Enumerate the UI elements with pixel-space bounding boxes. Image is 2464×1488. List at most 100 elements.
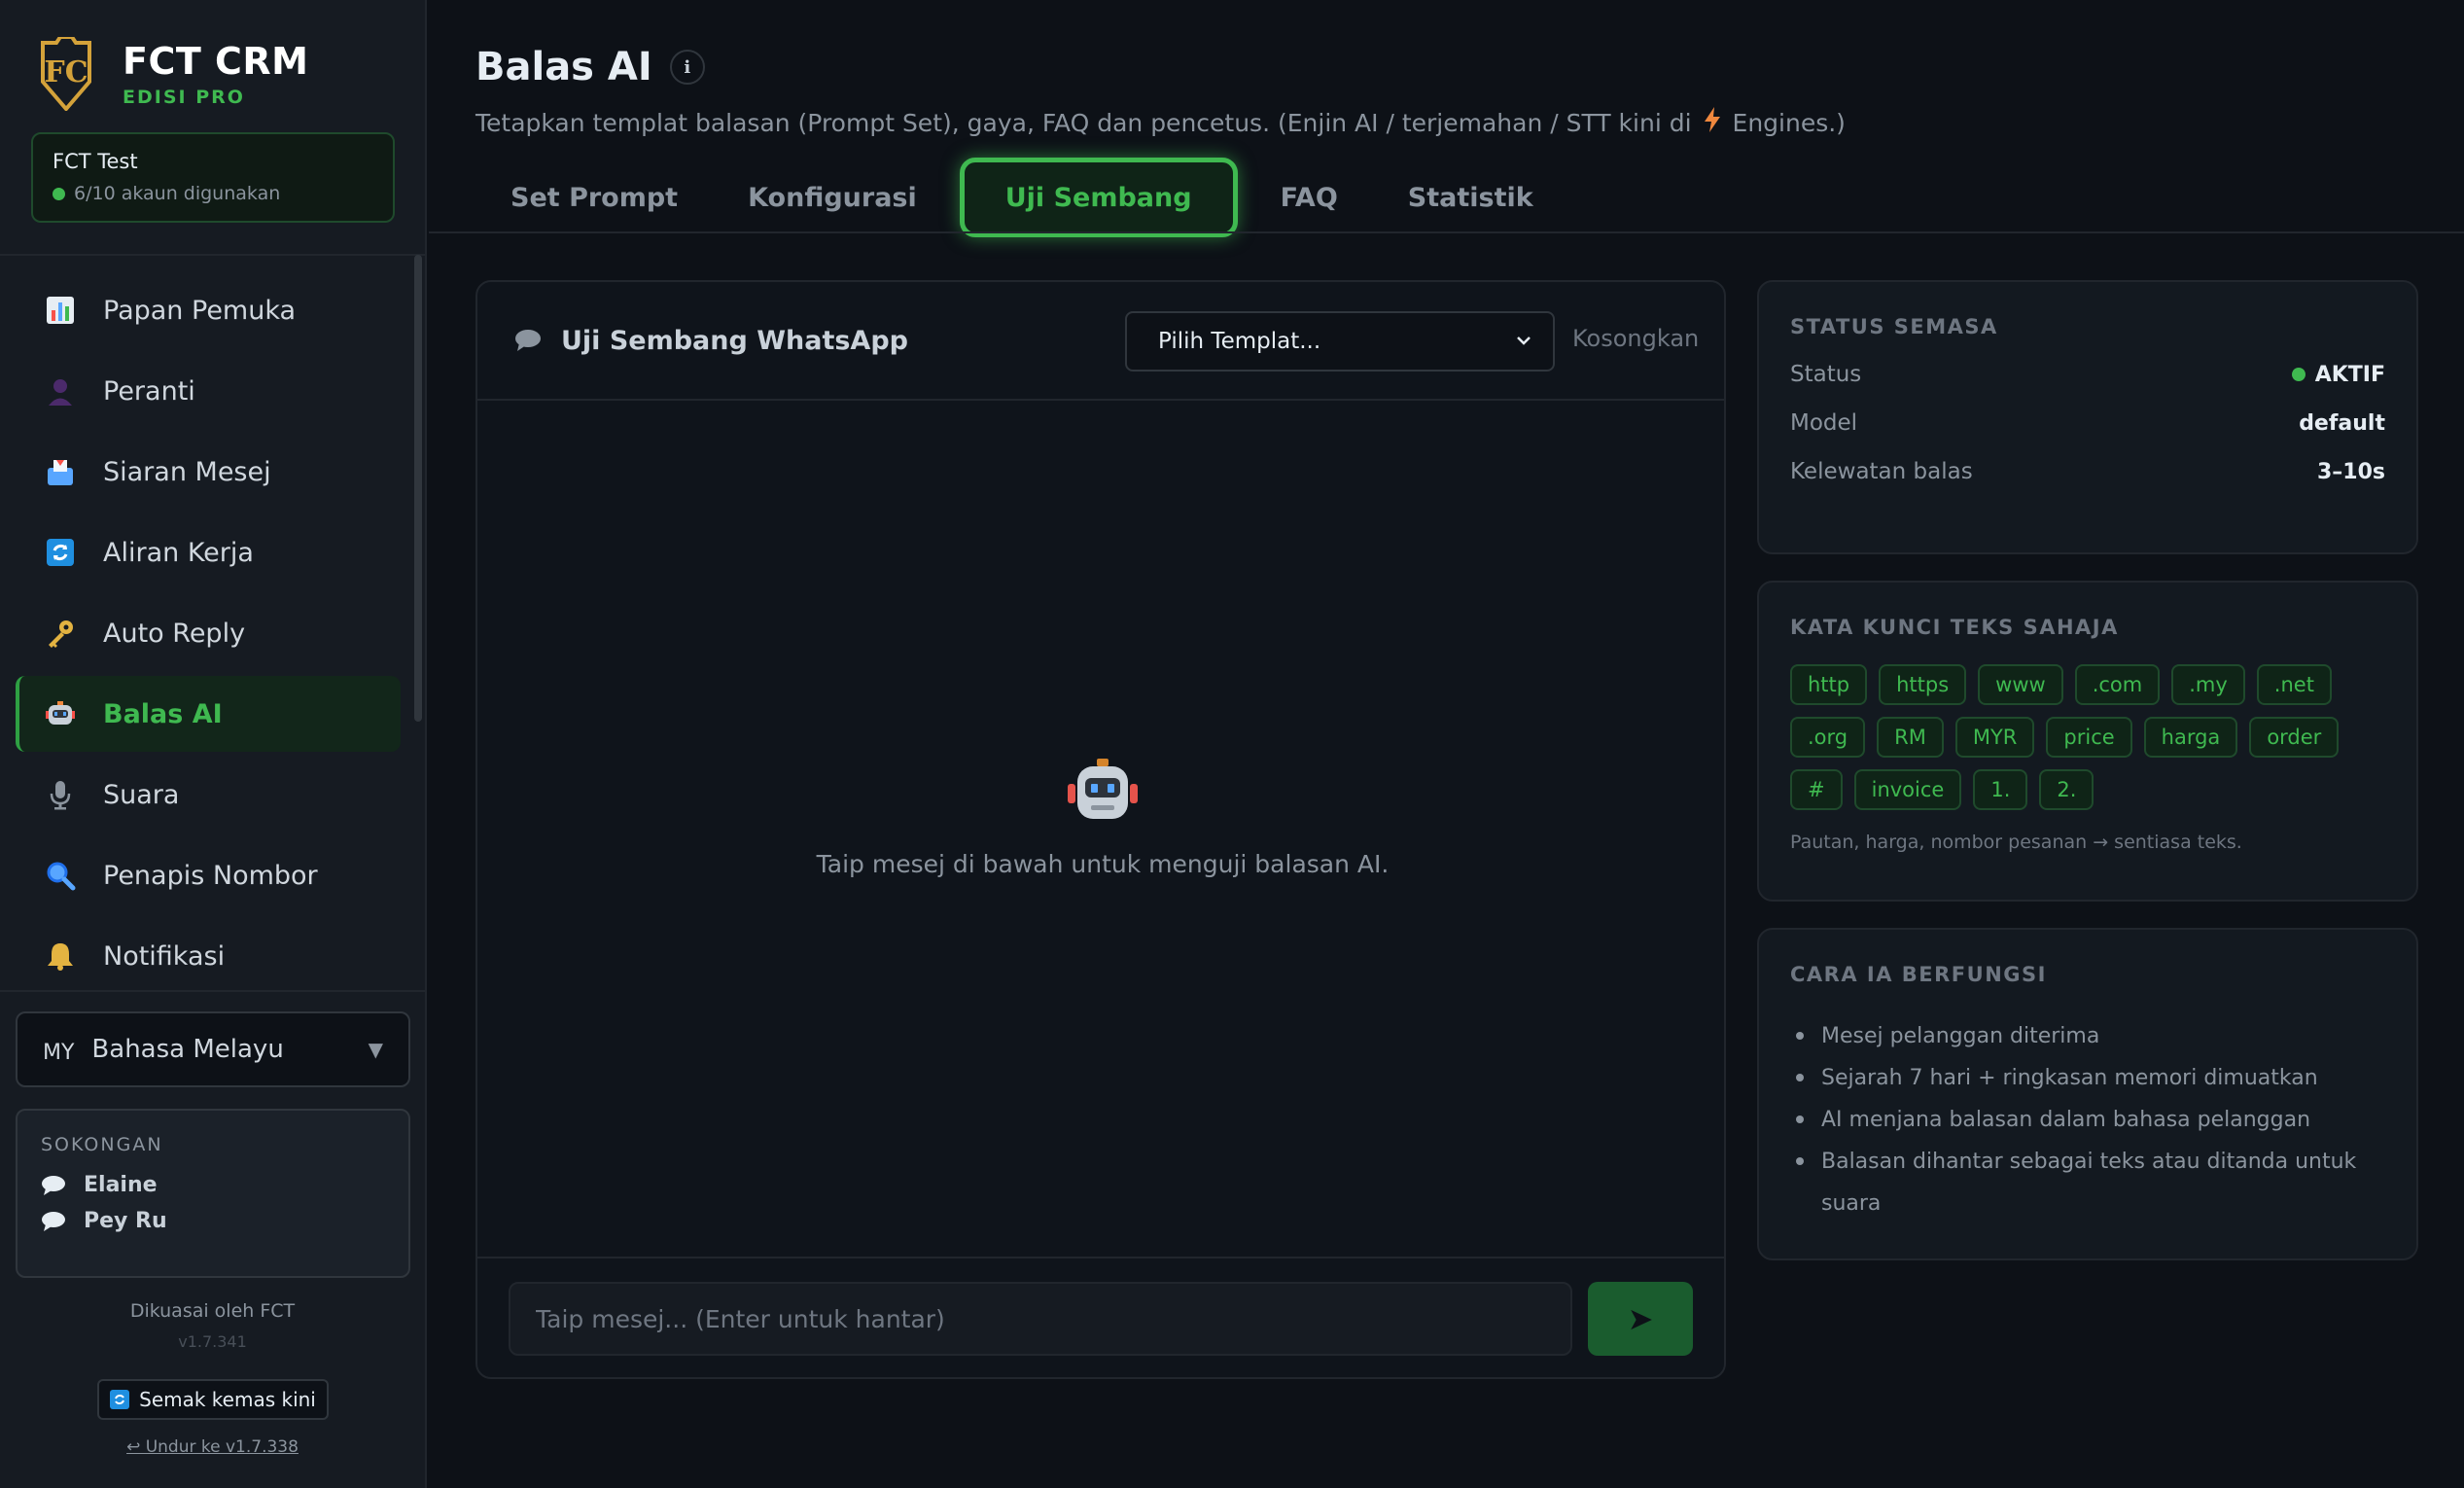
sidebar-item-aliran-kerja[interactable]: Aliran Kerja [16,514,401,590]
key-icon [43,616,78,651]
bell-icon [43,939,78,974]
sidebar-item-label: Penapis Nombor [103,860,318,891]
info-icon[interactable]: i [669,50,705,85]
message-input[interactable] [509,1282,1572,1356]
model-label: Model [1790,410,1858,436]
chat-title: Uji Sembang WhatsApp [561,325,908,356]
sidebar-item-peranti[interactable]: Peranti [16,353,401,429]
send-button[interactable]: ➤ [1588,1282,1693,1356]
tab-konfigurasi[interactable]: Konfigurasi [713,158,952,237]
fct-logo-mark: FC [44,55,88,89]
sidebar: FC FCT CRM EDISI PRO FCT Test 6/10 akaun… [0,0,427,1488]
keywords-note: Pautan, harga, nombor pesanan → sentiasa… [1790,832,2242,853]
support-contact-name: Elaine [84,1173,158,1197]
status-card: STATUS SEMASA Status AKTIF Model default… [1757,280,2418,554]
person-icon [43,373,78,408]
template-select-value: Pilih Templat... [1158,329,1321,354]
how-it-works-card: CARA IA BERFUNGSI Mesej pelanggan diteri… [1757,928,2418,1260]
brand-name: FCT CRM [123,40,309,83]
keyword-chip: 1. [1973,769,2028,810]
clear-button[interactable]: Kosongkan [1572,325,1699,352]
sidebar-item-suara[interactable]: Suara [16,757,401,833]
sidebar-item-label: Notifikasi [103,940,226,972]
keywords-card-title: KATA KUNCI TEKS SAHAJA [1790,616,2119,639]
engines-link[interactable]: Engines.) [1733,109,1846,137]
language-label: Bahasa Melayu [91,1035,284,1064]
inbox-icon [43,454,78,489]
support-panel: SOKONGAN Elaine Pey Ru [16,1109,410,1278]
keyword-chips: http https www .com .my .net .org RM MYR… [1790,664,2403,822]
support-title: SOKONGAN [41,1134,163,1155]
brand-edition: EDISI PRO [123,87,245,108]
keyword-chip: .org [1790,717,1866,758]
chat-bubble-icon [41,1175,66,1196]
chat-input-row: ➤ [477,1257,1724,1377]
tab-underline [429,231,2464,233]
lightning-icon [1704,107,1721,138]
list-item: Mesej pelanggan diterima [1790,1015,2385,1057]
sidebar-divider [0,254,425,256]
sidebar-item-siaran-mesej[interactable]: Siaran Mesej [16,434,401,510]
account-usage: 6/10 akaun digunakan [53,183,373,204]
rollback-link[interactable]: ↩ Undur ke v1.7.338 [0,1437,425,1457]
keyword-chip: harga [2143,717,2238,758]
tab-set-prompt[interactable]: Set Prompt [475,158,713,237]
page-subtitle-text: Tetapkan templat balasan (Prompt Set), g… [475,108,1692,137]
account-usage-text: 6/10 akaun digunakan [74,183,281,204]
page-title-text: Balas AI [475,45,652,89]
refresh-icon [43,535,78,570]
delay-value: 3–10s [2316,459,2385,484]
support-contact-name: Pey Ru [84,1209,167,1233]
app-version: v1.7.341 [178,1332,247,1351]
keyword-chip: 2. [2039,769,2094,810]
send-icon: ➤ [1627,1300,1654,1337]
main-content: Balas AI i Tetapkan templat balasan (Pro… [429,0,2464,1488]
sidebar-item-penapis-nombor[interactable]: Penapis Nombor [16,837,401,913]
sidebar-scrollbar[interactable] [414,255,422,722]
sidebar-item-label: Auto Reply [103,618,246,649]
tab-faq[interactable]: FAQ [1246,158,1373,237]
tab-statistik[interactable]: Statistik [1373,158,1568,237]
keyword-chip: order [2249,717,2340,758]
page-subtitle: Tetapkan templat balasan (Prompt Set), g… [475,107,1846,138]
template-select[interactable]: Pilih Templat... [1125,311,1555,372]
chat-empty-state: Taip mesej di bawah untuk menguji balasa… [477,759,1728,878]
sidebar-item-balas-ai[interactable]: Balas AI [16,676,401,752]
account-name: FCT Test [53,150,138,173]
keyword-chip: http [1790,664,1868,705]
sidebar-divider [0,990,425,992]
chat-bubble-icon [41,1211,66,1232]
brand: FC FCT CRM EDISI PRO [39,37,308,111]
sidebar-item-label: Siaran Mesej [103,456,271,487]
sidebar-item-papan-pemuka[interactable]: Papan Pemuka [16,272,401,348]
fct-logo: FC [39,37,93,111]
chevron-down-icon [1514,331,1533,356]
status-dot-icon [2291,368,2306,381]
chat-empty-text: Taip mesej di bawah untuk menguji balasa… [816,850,1390,878]
support-contact-pey-ru[interactable]: Pey Ru [41,1209,385,1233]
sidebar-item-label: Suara [103,779,180,810]
keyword-chip: invoice [1853,769,1962,810]
status-value: AKTIF [2291,362,2385,387]
magnifier-icon [43,858,78,893]
sidebar-item-notifikasi[interactable]: Notifikasi [16,918,401,994]
robot-icon [477,759,1728,825]
keyword-chip: .net [2256,664,2332,705]
sidebar-item-label: Balas AI [103,698,223,729]
chat-header: Uji Sembang WhatsApp Pilih Templat... Ko… [477,282,1724,401]
status-row: Kelewatan balas 3–10s [1790,459,2385,484]
tab-uji-sembang[interactable]: Uji Sembang [959,158,1238,237]
keywords-card: KATA KUNCI TEKS SAHAJA http https www .c… [1757,581,2418,902]
page-title: Balas AI i [475,45,705,89]
check-update-label: Semak kemas kini [139,1388,316,1411]
account-card[interactable]: FCT Test 6/10 akaun digunakan [31,132,395,223]
sidebar-item-auto-reply[interactable]: Auto Reply [16,595,401,671]
status-row: Status AKTIF [1790,362,2385,387]
check-update-button[interactable]: Semak kemas kini [97,1379,329,1420]
chat-bubble-icon [514,329,542,352]
language-select[interactable]: MY Bahasa Melayu ▼ [16,1011,410,1087]
status-label: Status [1790,362,1862,387]
chart-icon [43,293,78,328]
sidebar-item-label: Papan Pemuka [103,295,297,326]
support-contact-elaine[interactable]: Elaine [41,1173,385,1197]
